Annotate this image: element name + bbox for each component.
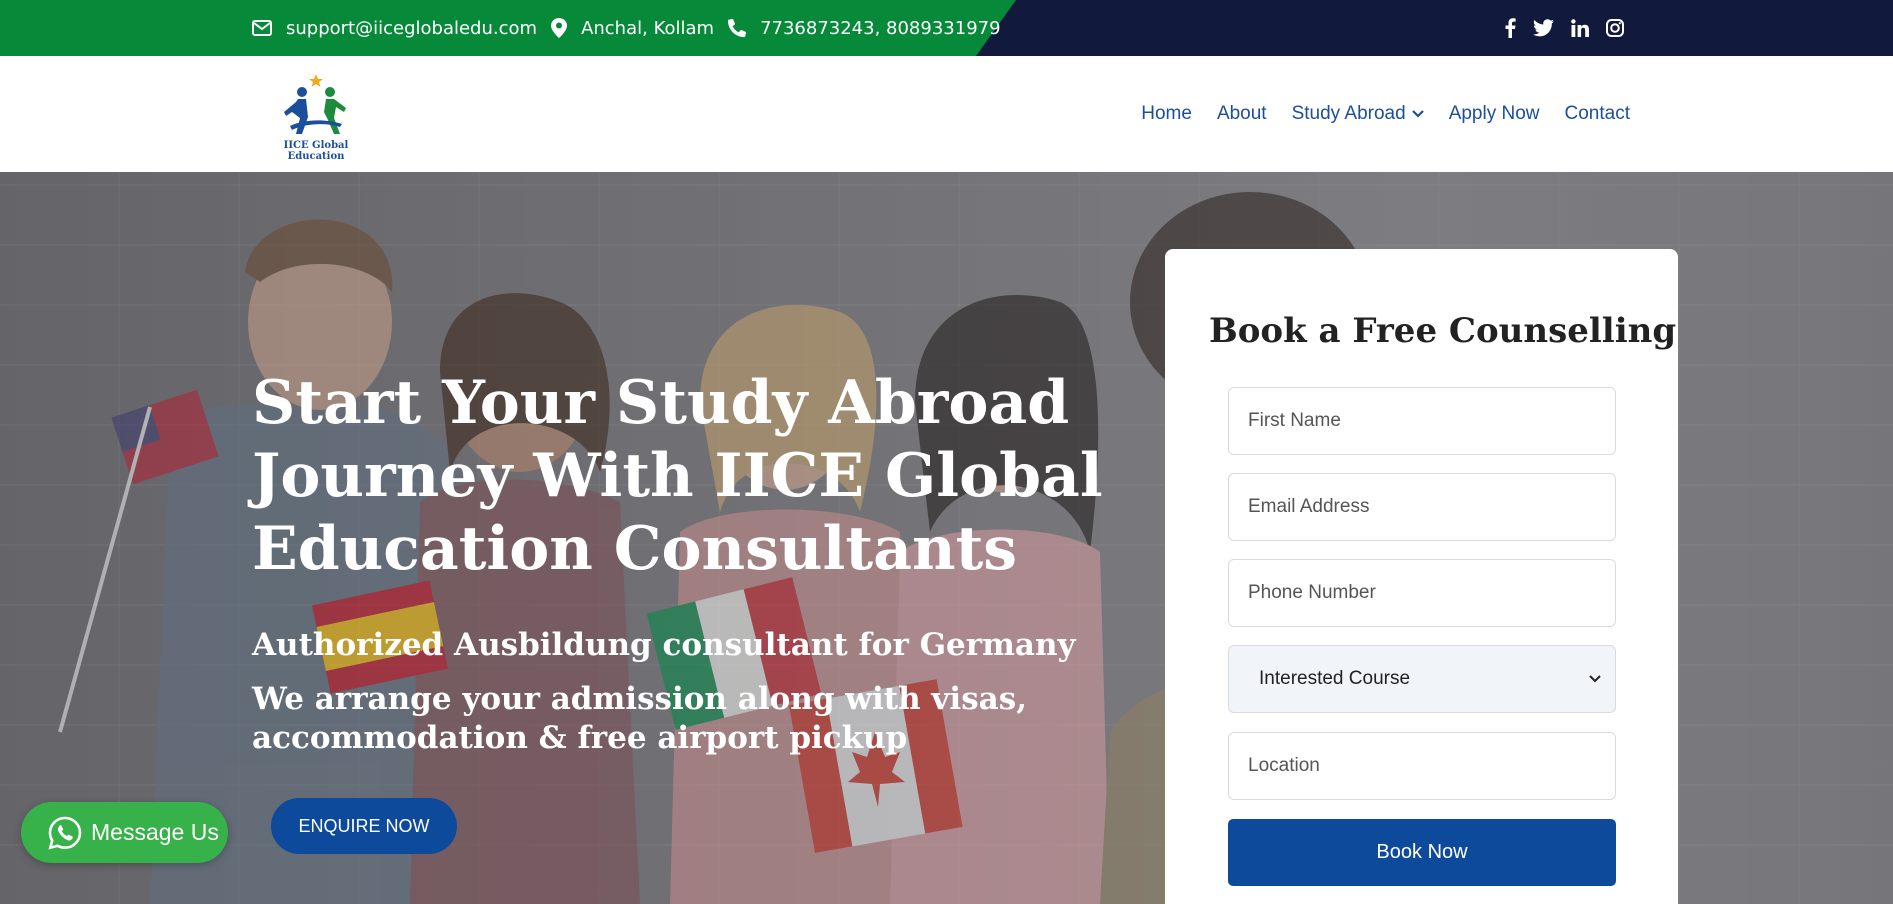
whatsapp-icon (48, 816, 82, 850)
first-name-field[interactable]: First Name (1228, 387, 1616, 455)
logo-text: IICE Global Education (283, 140, 349, 162)
top-phone-text: 7736873243, 8089331979 (760, 17, 1001, 39)
chevron-down-icon (1411, 110, 1424, 118)
enquire-now-button[interactable]: ENQUIRE NOW (271, 798, 457, 854)
main-nav: Home About Study Abroad Apply Now Contac… (1116, 56, 1630, 172)
whatsapp-label: Message Us (91, 819, 219, 845)
course-select-value: Interested Course (1259, 668, 1411, 689)
nav-about[interactable]: About (1217, 103, 1267, 125)
linkedin-icon[interactable] (1571, 19, 1589, 37)
hero-subtitle-services: We arrange your admission along with vis… (252, 681, 1027, 756)
top-email[interactable]: support@iiceglobaledu.com (252, 18, 537, 39)
top-phone[interactable]: 7736873243, 8089331979 (728, 18, 1001, 39)
nav-home[interactable]: Home (1141, 103, 1192, 125)
counselling-form-card: Book a Free Counselling First Name Email… (1165, 249, 1678, 904)
navbar: IICE Global Education Home About Study A… (0, 56, 1893, 172)
whatsapp-message-button[interactable]: Message Us (21, 802, 228, 863)
nav-about-label: About (1216, 103, 1267, 124)
hero-subtitle-ausbildung: Authorized Ausbildung consultant for Ger… (252, 627, 1076, 663)
top-location-text: Anchal, Kollam (581, 17, 715, 39)
map-pin-icon (551, 18, 568, 38)
hero-title: Start Your Study Abroad Journey With IIC… (252, 368, 1103, 584)
email-field[interactable]: Email Address (1228, 473, 1616, 541)
nav-apply-now[interactable]: Apply Now (1449, 103, 1540, 125)
top-contacts: support@iiceglobaledu.com Anchal, Kollam… (252, 0, 1015, 56)
phone-icon (728, 19, 747, 37)
facebook-icon[interactable] (1505, 18, 1516, 38)
nav-contact-label: Contact (1564, 103, 1630, 124)
twitter-icon[interactable] (1533, 19, 1554, 37)
top-location: Anchal, Kollam (551, 18, 714, 39)
social-links (1505, 0, 1641, 56)
nav-contact[interactable]: Contact (1565, 103, 1630, 125)
phone-field[interactable]: Phone Number (1228, 559, 1616, 627)
logo-figures-icon (284, 74, 346, 134)
site-logo[interactable]: IICE Global Education (262, 72, 370, 164)
course-select[interactable]: Interested Course (1228, 645, 1616, 713)
form-title: Book a Free Counselling (1209, 311, 1677, 351)
nav-apply-now-label: Apply Now (1448, 103, 1540, 124)
book-now-button[interactable]: Book Now (1228, 819, 1616, 886)
envelope-icon (252, 20, 272, 36)
nav-home-label: Home (1141, 103, 1192, 124)
nav-study-abroad[interactable]: Study Abroad (1292, 103, 1424, 125)
top-bar: support@iiceglobaledu.com Anchal, Kollam… (0, 0, 1893, 56)
location-field[interactable]: Location (1228, 732, 1616, 800)
top-email-text: support@iiceglobaledu.com (286, 17, 538, 39)
chevron-down-icon (1589, 675, 1601, 683)
instagram-icon[interactable] (1606, 19, 1624, 37)
nav-study-abroad-label: Study Abroad (1291, 103, 1406, 124)
